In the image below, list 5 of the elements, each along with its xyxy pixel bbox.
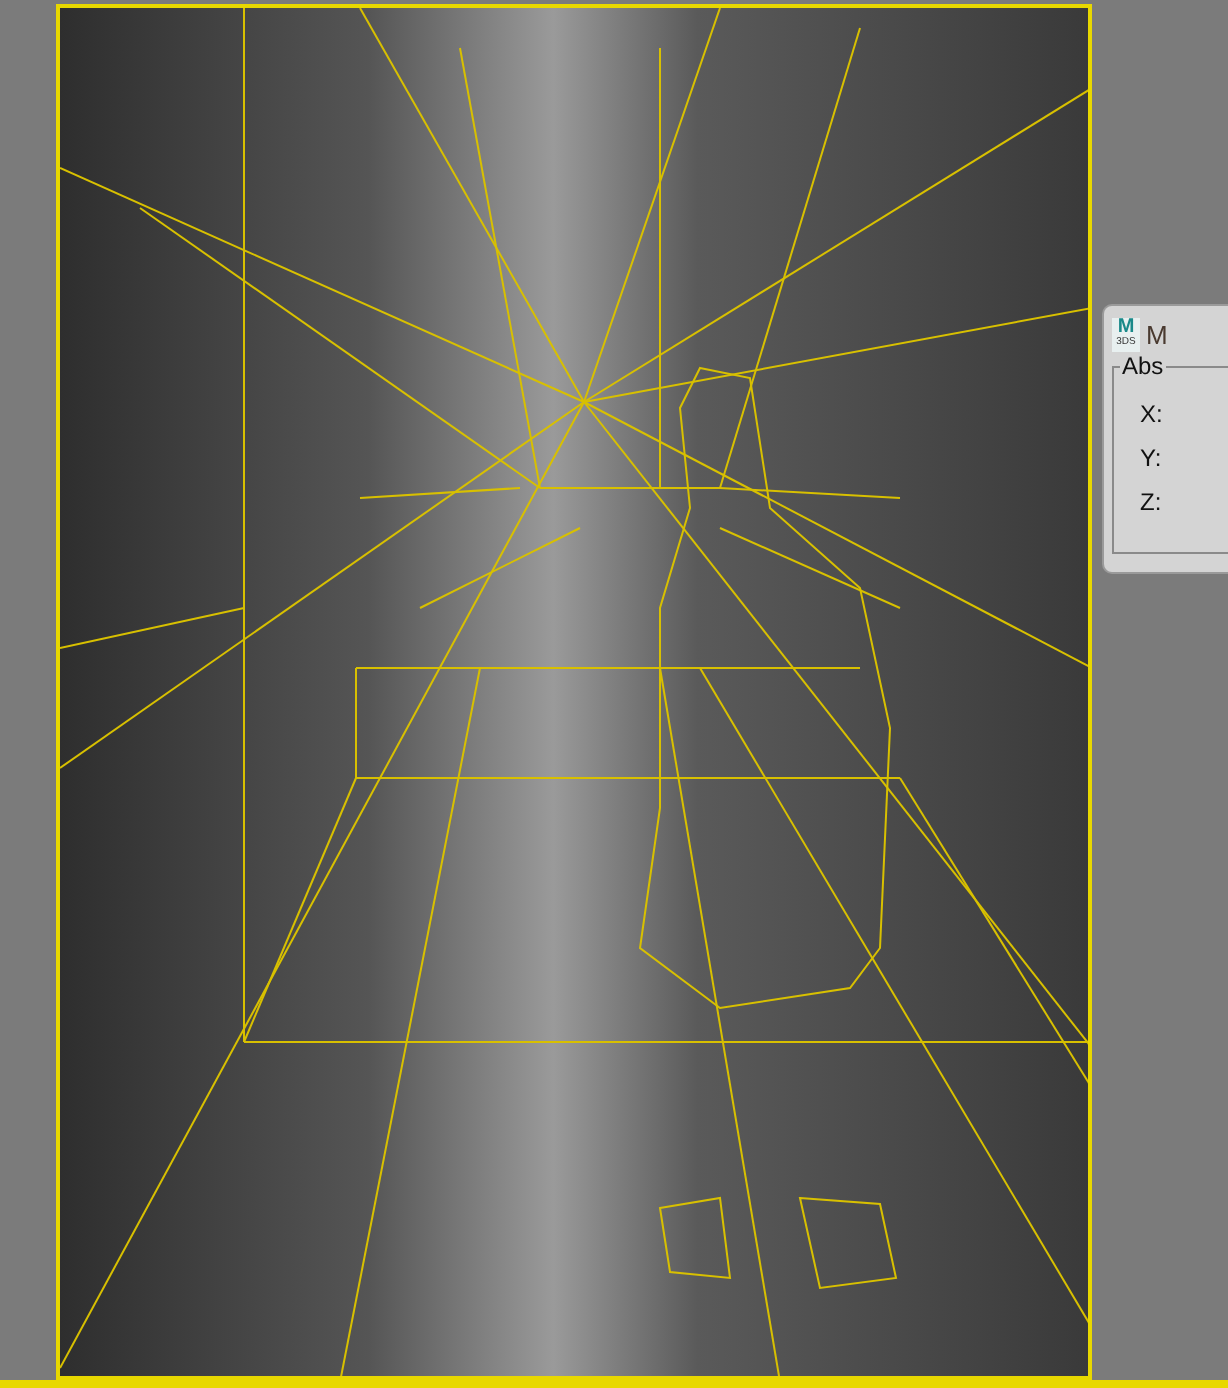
group-label: Abs bbox=[1120, 352, 1166, 380]
axis-label: Y: bbox=[1140, 442, 1164, 476]
dialog-title: M bbox=[1146, 319, 1168, 349]
axis-label: X: bbox=[1140, 398, 1165, 432]
axis-label: Z: bbox=[1140, 486, 1164, 520]
